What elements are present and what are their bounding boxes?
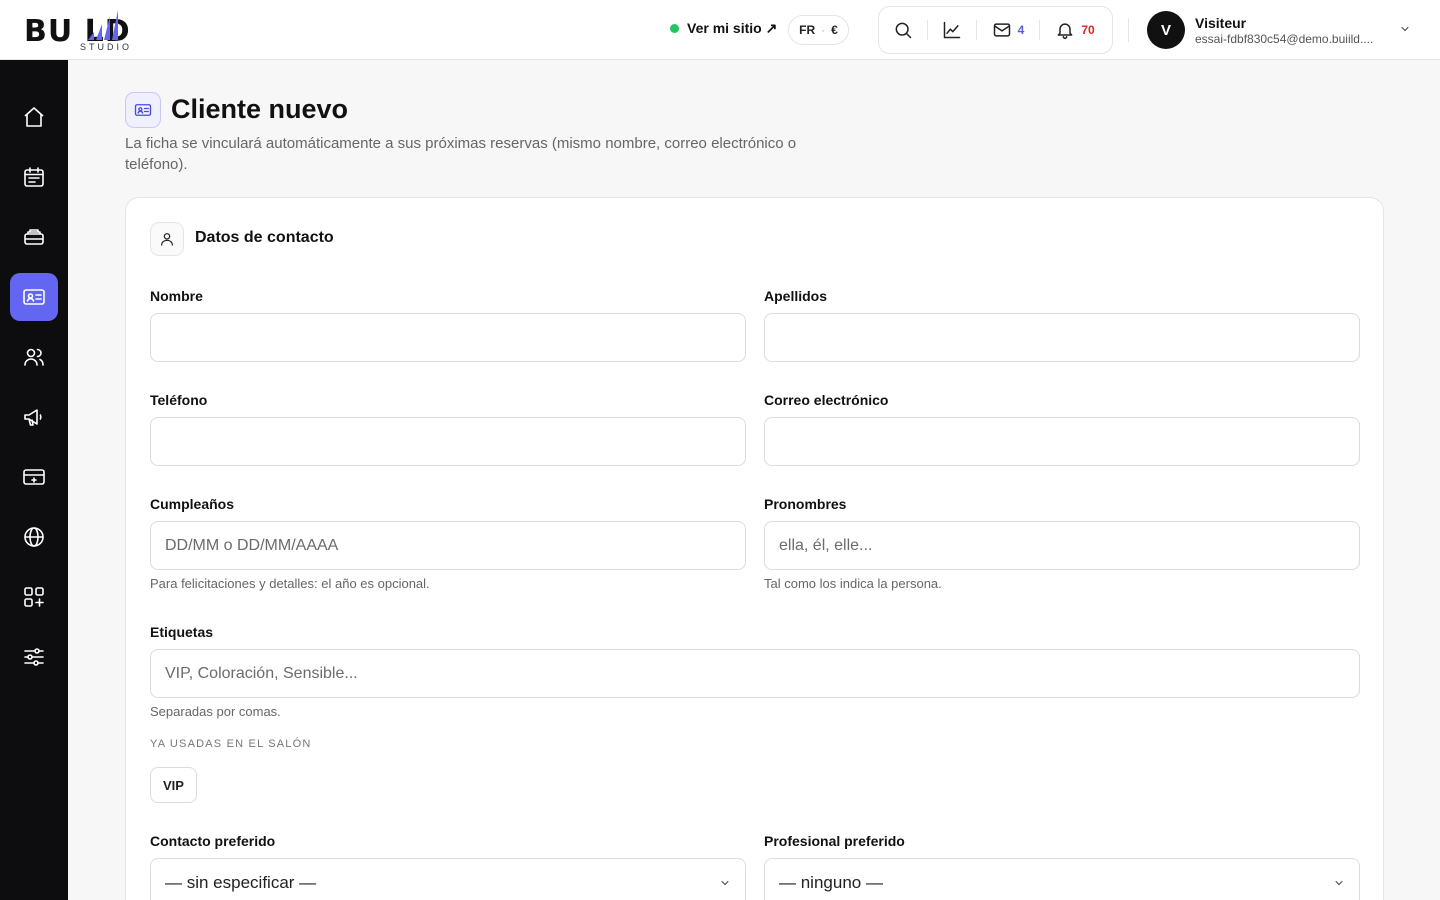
section-icon (150, 222, 184, 256)
users-icon (24, 348, 44, 366)
user-email: essai-fdbf830c54@demo.buiild.... (1195, 31, 1374, 46)
separator-dot: · (821, 23, 826, 37)
user-name: Visiteur (1195, 14, 1247, 31)
sidebar-item-marketing[interactable] (10, 393, 58, 441)
sidebar-item-apps[interactable] (10, 573, 58, 621)
phone-input[interactable] (150, 417, 746, 466)
user-info: Visiteur essai-fdbf830c54@demo.buiild...… (1195, 15, 1385, 46)
sliders-icon (24, 648, 44, 666)
brand-subtitle: STUDIO (80, 42, 133, 52)
logo-bars-icon (88, 10, 118, 40)
birthday-input[interactable] (150, 521, 746, 570)
user-icon (161, 233, 173, 246)
megaphone-icon (24, 409, 42, 426)
tags-hint: Separadas por comas. (150, 704, 281, 719)
language-currency-switcher[interactable]: FR · € (788, 15, 849, 45)
chevron-down-icon (1335, 881, 1343, 886)
messages-count: 4 (1017, 23, 1025, 37)
header-tools: 4 70 (878, 6, 1113, 54)
home-icon (24, 107, 44, 127)
tags-input[interactable] (150, 649, 1360, 698)
card-icon (23, 469, 45, 485)
used-tags-heading: YA USADAS EN EL SALÓN (150, 738, 312, 750)
first-name-input[interactable] (150, 313, 746, 362)
sidebar-item-clients[interactable] (10, 273, 58, 321)
inbox-stack-icon (24, 229, 44, 245)
page-icon (125, 92, 161, 128)
pronouns-input[interactable] (764, 521, 1360, 570)
page-description: La ficha se vinculará automáticamente a … (125, 135, 797, 173)
stats-button[interactable] (928, 7, 976, 53)
messages-button[interactable]: 4 (977, 7, 1039, 53)
search-icon (895, 22, 912, 39)
last-name-label: Apellidos (764, 288, 828, 304)
preferred-pro-label: Profesional preferido (764, 833, 905, 849)
sidebar-item-home[interactable] (10, 93, 58, 141)
last-name-input[interactable] (764, 313, 1360, 362)
currency-symbol: € (831, 23, 838, 37)
view-site-label: Ver mi sitio ↗ (687, 20, 778, 36)
notifications-count: 70 (1081, 23, 1095, 37)
divider (1128, 18, 1129, 42)
chevron-down-icon (721, 881, 729, 886)
sidebar-item-calendar[interactable] (10, 153, 58, 201)
apps-add-icon (24, 587, 44, 607)
online-status-dot (670, 24, 679, 33)
preferred-contact-label: Contacto preferido (150, 833, 276, 849)
preferred-contact-select[interactable]: — sin especificar — (150, 858, 746, 900)
sidebar-item-payments[interactable] (10, 453, 58, 501)
phone-label: Teléfono (150, 392, 208, 408)
search-button[interactable] (879, 7, 927, 53)
avatar: V (1147, 11, 1185, 49)
preferred-pro-value: — ninguno — (779, 873, 883, 892)
contact-form-card: Datos de contacto Nombre Apellidos Teléf… (125, 197, 1384, 900)
contact-card-icon (134, 104, 152, 116)
contact-card-icon (23, 289, 45, 305)
preferred-contact-value: — sin especificar — (165, 873, 317, 892)
sidebar-item-stack[interactable] (10, 213, 58, 261)
email-label: Correo electrónico (764, 392, 889, 408)
bell-icon (1057, 23, 1073, 40)
pronouns-hint: Tal como los indica la persona. (764, 576, 942, 591)
email-input[interactable] (764, 417, 1360, 466)
line-chart-icon (943, 21, 961, 39)
birthday-label: Cumpleaños (150, 496, 235, 512)
mail-icon (993, 23, 1010, 37)
tags-label: Etiquetas (150, 624, 214, 640)
pronouns-label: Pronombres (764, 496, 847, 512)
view-site-link[interactable]: Ver mi sitio ↗ (670, 20, 777, 37)
globe-icon (24, 527, 44, 547)
first-name-label: Nombre (150, 288, 203, 304)
sidebar-item-website[interactable] (10, 513, 58, 561)
sidebar-item-settings[interactable] (10, 633, 58, 681)
chevron-down-icon (1401, 27, 1409, 32)
sidebar-item-team[interactable] (10, 333, 58, 381)
sidebar (0, 60, 68, 900)
birthday-hint: Para felicitaciones y detalles: el año e… (150, 576, 430, 591)
section-title: Datos de contacto (195, 229, 334, 246)
tag-chip-vip[interactable]: VIP (150, 767, 197, 803)
notifications-button[interactable]: 70 (1040, 7, 1110, 53)
language-code: FR (799, 23, 816, 37)
page-title: Cliente nuevo (171, 94, 349, 124)
brand-logo[interactable]: BU LD STUDIO (24, 8, 184, 52)
top-bar: BU LD STUDIO Ver mi sitio ↗ FR · € 4 70 … (0, 0, 1440, 60)
preferred-pro-select[interactable]: — ninguno — (764, 858, 1360, 900)
calendar-icon (24, 167, 44, 187)
user-menu[interactable]: V Visiteur essai-fdbf830c54@demo.buiild.… (1147, 11, 1417, 49)
